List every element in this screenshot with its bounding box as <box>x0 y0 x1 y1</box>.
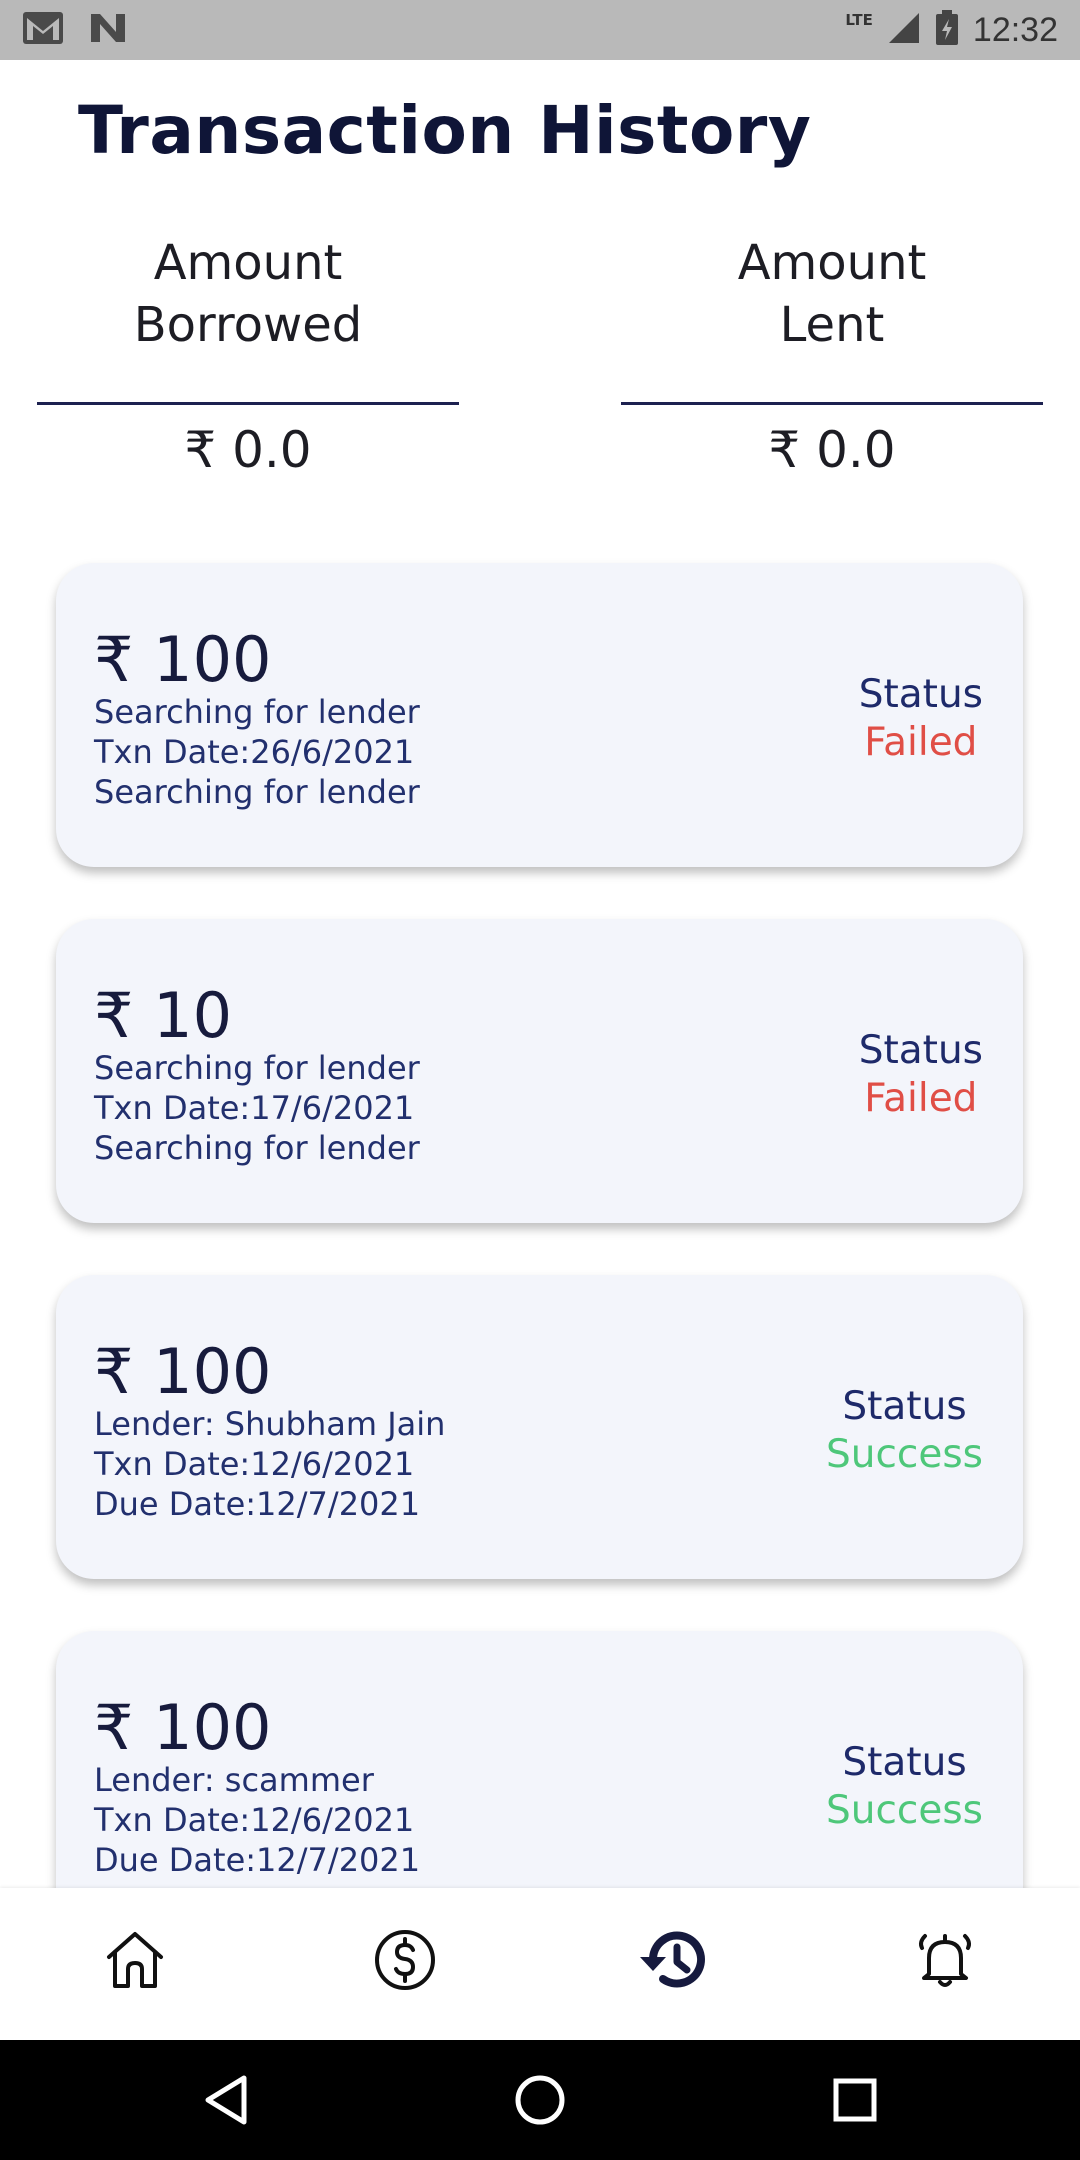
signal-icon <box>887 11 921 49</box>
network-type: LTE <box>845 11 873 29</box>
status-value: Failed <box>864 720 978 765</box>
transaction-due-date: Due Date:12/7/2021 <box>94 1841 421 1879</box>
transaction-card[interactable]: ₹ 10 Searching for lender Txn Date:17/6/… <box>56 919 1023 1223</box>
transaction-detail-line: Searching for lender <box>94 1129 420 1167</box>
recents-square-icon <box>833 2078 877 2122</box>
nav-payments-button[interactable] <box>363 1918 447 2002</box>
status-value: Success <box>826 1432 983 1477</box>
transaction-detail-line: Searching for lender <box>94 693 420 731</box>
amount-lent-label-line1: Amount <box>737 235 927 291</box>
amount-borrowed-label-line1: Amount <box>153 235 343 291</box>
page-title: Transaction History <box>78 92 812 169</box>
amount-borrowed-summary: Amount Borrowed ₹ 0.0 <box>37 232 459 479</box>
nav-notifications-button[interactable] <box>903 1918 987 2002</box>
nav-history-button[interactable] <box>633 1918 717 2002</box>
status-value: Failed <box>864 1076 978 1121</box>
transaction-amount: ₹ 100 <box>94 623 272 696</box>
status-label: Status <box>858 672 983 717</box>
nav-home-button[interactable] <box>93 1918 177 2002</box>
transaction-date: Txn Date:12/6/2021 <box>94 1445 415 1483</box>
home-icon <box>107 1932 163 1988</box>
transaction-amount: ₹ 100 <box>94 1335 272 1408</box>
transaction-detail-line: Searching for lender <box>94 1049 420 1087</box>
transaction-status: Status Success <box>826 1383 983 1479</box>
status-value: Success <box>826 1788 983 1833</box>
transaction-card[interactable]: ₹ 100 Searching for lender Txn Date:26/6… <box>56 563 1023 867</box>
battery-icon <box>935 10 959 50</box>
transaction-lender: Lender: scammer <box>94 1761 374 1799</box>
home-circle-icon <box>515 2075 565 2125</box>
dollar-circle-icon <box>375 1930 435 1990</box>
divider <box>37 402 459 405</box>
transaction-status: Status Failed <box>859 671 983 767</box>
amount-lent-summary: Amount Lent ₹ 0.0 <box>621 232 1043 479</box>
transaction-amount: ₹ 100 <box>94 1691 272 1764</box>
divider <box>621 402 1043 405</box>
notification-n-icon <box>88 12 128 48</box>
transaction-detail-line: Searching for lender <box>94 773 420 811</box>
transaction-date: Txn Date:12/6/2021 <box>94 1801 415 1839</box>
history-icon <box>640 1931 705 1988</box>
transaction-amount: ₹ 10 <box>94 979 233 1052</box>
status-time: 12:32 <box>972 10 1058 49</box>
bell-icon <box>919 1934 971 1987</box>
transaction-due-date: Due Date:12/7/2021 <box>94 1485 421 1523</box>
gmail-icon <box>22 11 64 49</box>
back-button[interactable] <box>196 2068 260 2132</box>
bottom-navigation <box>0 1888 1080 2040</box>
transaction-status: Status Failed <box>859 1027 983 1123</box>
amount-lent-value: ₹ 0.0 <box>768 421 896 479</box>
transaction-lender: Lender: Shubham Jain <box>94 1405 446 1443</box>
transaction-date: Txn Date:17/6/2021 <box>94 1089 415 1127</box>
amount-borrowed-label-line2: Borrowed <box>133 297 363 353</box>
recents-button[interactable] <box>823 2068 887 2132</box>
status-bar: LTE 12:32 <box>0 0 1080 60</box>
amount-borrowed-value: ₹ 0.0 <box>184 421 312 479</box>
transaction-status: Status Success <box>826 1739 983 1835</box>
transaction-date: Txn Date:26/6/2021 <box>94 733 415 771</box>
home-system-button[interactable] <box>508 2068 572 2132</box>
status-label: Status <box>858 1028 983 1073</box>
system-navigation-bar <box>0 2040 1080 2160</box>
amount-lent-label-line2: Lent <box>779 297 885 353</box>
back-triangle-icon <box>205 2075 247 2125</box>
status-label: Status <box>842 1740 967 1785</box>
status-label: Status <box>842 1384 967 1429</box>
transaction-card[interactable]: ₹ 100 Lender: Shubham Jain Txn Date:12/6… <box>56 1275 1023 1579</box>
